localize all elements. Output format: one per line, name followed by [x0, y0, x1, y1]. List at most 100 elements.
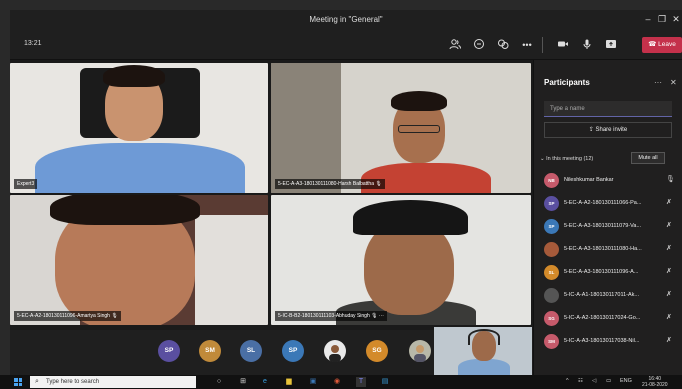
reactions-icon[interactable]: [496, 38, 510, 52]
participant-name: 5-IC-A-A1-180130117011-Ak...: [564, 292, 640, 298]
participant-photo-avatar[interactable]: [324, 340, 346, 362]
participant-name-tag: Expert3: [14, 179, 38, 189]
participant-avatar[interactable]: SM: [199, 340, 221, 362]
panel-title: Participants: [544, 78, 590, 87]
share-invite-button[interactable]: ⇪ Share invite: [544, 122, 672, 138]
avatar-initials: SG: [372, 347, 382, 354]
mic-off-icon: ✗: [666, 222, 672, 229]
system-clock[interactable]: 16:40 21-08-2020: [642, 376, 668, 388]
share-screen-icon[interactable]: [604, 38, 618, 52]
clock-date: 21-08-2020: [642, 382, 668, 388]
chat-icon[interactable]: [472, 38, 486, 52]
person-photo-icon: [409, 340, 431, 362]
person-photo-icon: [324, 340, 346, 362]
phone-hangup-icon: ☎: [648, 41, 659, 48]
task-view-icon[interactable]: ○: [214, 377, 224, 387]
video-tile-amartya[interactable]: 5-EC-A-A2-180130111096-Amartya Singh 🎙: [10, 195, 268, 325]
participants-panel: Participants ··· ✕ Type a name ⇪ Share i…: [533, 60, 682, 375]
participant-avatar[interactable]: SP: [158, 340, 180, 362]
close-panel-icon[interactable]: ✕: [670, 78, 677, 87]
meeting-toolbar: 13:21 ••• ☎ Leave: [10, 30, 682, 60]
search-participant-input[interactable]: Type a name: [544, 101, 672, 117]
participant-name: 5-IC-A-A3-180130117038-Nil...: [564, 338, 640, 344]
participant-photo-avatar: [544, 242, 559, 257]
mic-icon: 🎙: [109, 313, 118, 319]
multitask-icon[interactable]: ⊞: [238, 377, 248, 387]
app-icon[interactable]: ▤: [380, 377, 390, 387]
volume-icon[interactable]: ◁: [592, 378, 596, 384]
avatar-initials: NB: [548, 178, 555, 183]
participants-icon[interactable]: [448, 38, 462, 52]
participant-name: 5-IC-A-A2-180130117024-Go...: [564, 315, 641, 321]
wall-right: [195, 215, 268, 325]
participant-name: Nileshkumar Bankar: [564, 177, 614, 183]
input-language[interactable]: ENG: [620, 378, 632, 384]
more-options-icon[interactable]: ···: [654, 78, 662, 87]
tile-name: 5-EC-A-A2-180130111096-Amartya Singh: [17, 313, 110, 319]
hair: [103, 65, 165, 87]
participant-row[interactable]: SL 5-EC-A-A3-180130111096-A... ✗: [544, 264, 674, 282]
participant-avatar[interactable]: SL: [240, 340, 262, 362]
participant-avatar: SP: [544, 219, 559, 234]
avatar-initials: SM: [548, 339, 555, 344]
close-icon[interactable]: ✕: [670, 14, 682, 25]
mute-all-button[interactable]: Mute all: [631, 152, 665, 164]
participant-avatar[interactable]: SG: [366, 340, 388, 362]
participant-avatar: NB: [544, 173, 559, 188]
leave-button[interactable]: ☎ Leave: [642, 37, 682, 53]
file-explorer-icon[interactable]: ▆: [284, 377, 294, 387]
meeting-duration: 13:21: [24, 40, 42, 47]
share-label: Share invite: [595, 127, 628, 133]
edge-icon[interactable]: e: [260, 377, 270, 387]
video-tile-expert3[interactable]: Expert3: [10, 63, 268, 193]
toolbar-divider: [542, 37, 543, 53]
participant-row[interactable]: NB Nileshkumar Bankar 🎙: [544, 172, 675, 190]
participant-name-tag: 5-EC-A-A2-180130111096-Amartya Singh 🎙: [14, 311, 121, 321]
mic-off-icon: ✗: [666, 199, 672, 206]
microphone-icon[interactable]: [580, 38, 594, 52]
windows-start-icon[interactable]: [14, 378, 22, 386]
participant-avatar[interactable]: SP: [282, 340, 304, 362]
participant-row[interactable]: SP 5-EC-A-A3-180130111079-Va... ✗: [544, 218, 674, 236]
tile-name: 5-IC-B-B2-180130111103-Abhuday Singh: [278, 313, 370, 319]
network-icon[interactable]: ☷: [578, 378, 583, 384]
avatar-initials: SP: [288, 347, 298, 354]
participant-row[interactable]: 5-EC-A-A3-180130111080-Ha... ✗: [544, 241, 674, 259]
participant-photo-avatar[interactable]: [409, 340, 431, 362]
participant-row[interactable]: SG 5-IC-A-A2-180130117024-Go... ✗: [544, 310, 674, 328]
battery-icon[interactable]: ▭: [606, 378, 611, 384]
video-tile-harsh[interactable]: 5-EC-A-A3-180130111080-Harsh Balbattha 🎙: [271, 63, 531, 193]
taskbar-search-box[interactable]: ⌕ Type here to search: [30, 376, 196, 388]
participant-avatar: SL: [544, 265, 559, 280]
leave-label: Leave: [658, 41, 676, 48]
mic-off-icon: ✗: [666, 337, 672, 344]
minimize-icon[interactable]: –: [642, 14, 654, 24]
avatar-initials: SL: [548, 270, 555, 275]
chrome-icon[interactable]: ◉: [332, 377, 342, 387]
tray-overflow-icon[interactable]: ^: [566, 378, 569, 384]
camera-icon[interactable]: [556, 38, 570, 52]
in-meeting-section-header[interactable]: ⌄ In this meeting (12): [540, 156, 593, 162]
avatar-initials: SL: [246, 347, 256, 354]
self-view-video[interactable]: [434, 327, 532, 375]
maximize-icon[interactable]: ❐: [656, 14, 668, 25]
participant-name-tag: 5-IC-B-B2-180130111103-Abhuday Singh 🎙 ·…: [275, 311, 387, 321]
video-tile-abhuday[interactable]: 5-IC-B-B2-180130111103-Abhuday Singh 🎙 ·…: [271, 195, 531, 325]
avatar-initials: SM: [205, 347, 215, 354]
search-placeholder: Type here to search: [46, 379, 100, 385]
curtain: [271, 63, 341, 193]
participant-row[interactable]: SP 5-EC-A-A2-180130111066-Pa... ✗: [544, 195, 674, 213]
participant-row[interactable]: SM 5-IC-A-A3-180130117038-Nil... ✗: [544, 333, 674, 351]
mic-off-icon: ✗: [666, 268, 672, 275]
participant-avatar: SP: [544, 196, 559, 211]
hair: [50, 195, 200, 225]
participant-row[interactable]: 5-IC-A-A1-180130117011-Ak... ✗: [544, 287, 674, 305]
participant-avatar: SM: [544, 334, 559, 349]
mic-off-icon: ✗: [666, 291, 672, 298]
avatar-initials: SP: [164, 347, 174, 354]
teams-icon[interactable]: T: [356, 377, 366, 387]
store-icon[interactable]: ▣: [308, 377, 318, 387]
more-actions-icon[interactable]: •••: [520, 38, 534, 52]
windows-taskbar: ⌕ Type here to search ○ ⊞ e ▆ ▣ ◉ T ▤ ^ …: [0, 375, 682, 389]
participant-name: 5-EC-A-A3-180130111080-Ha...: [564, 246, 642, 252]
